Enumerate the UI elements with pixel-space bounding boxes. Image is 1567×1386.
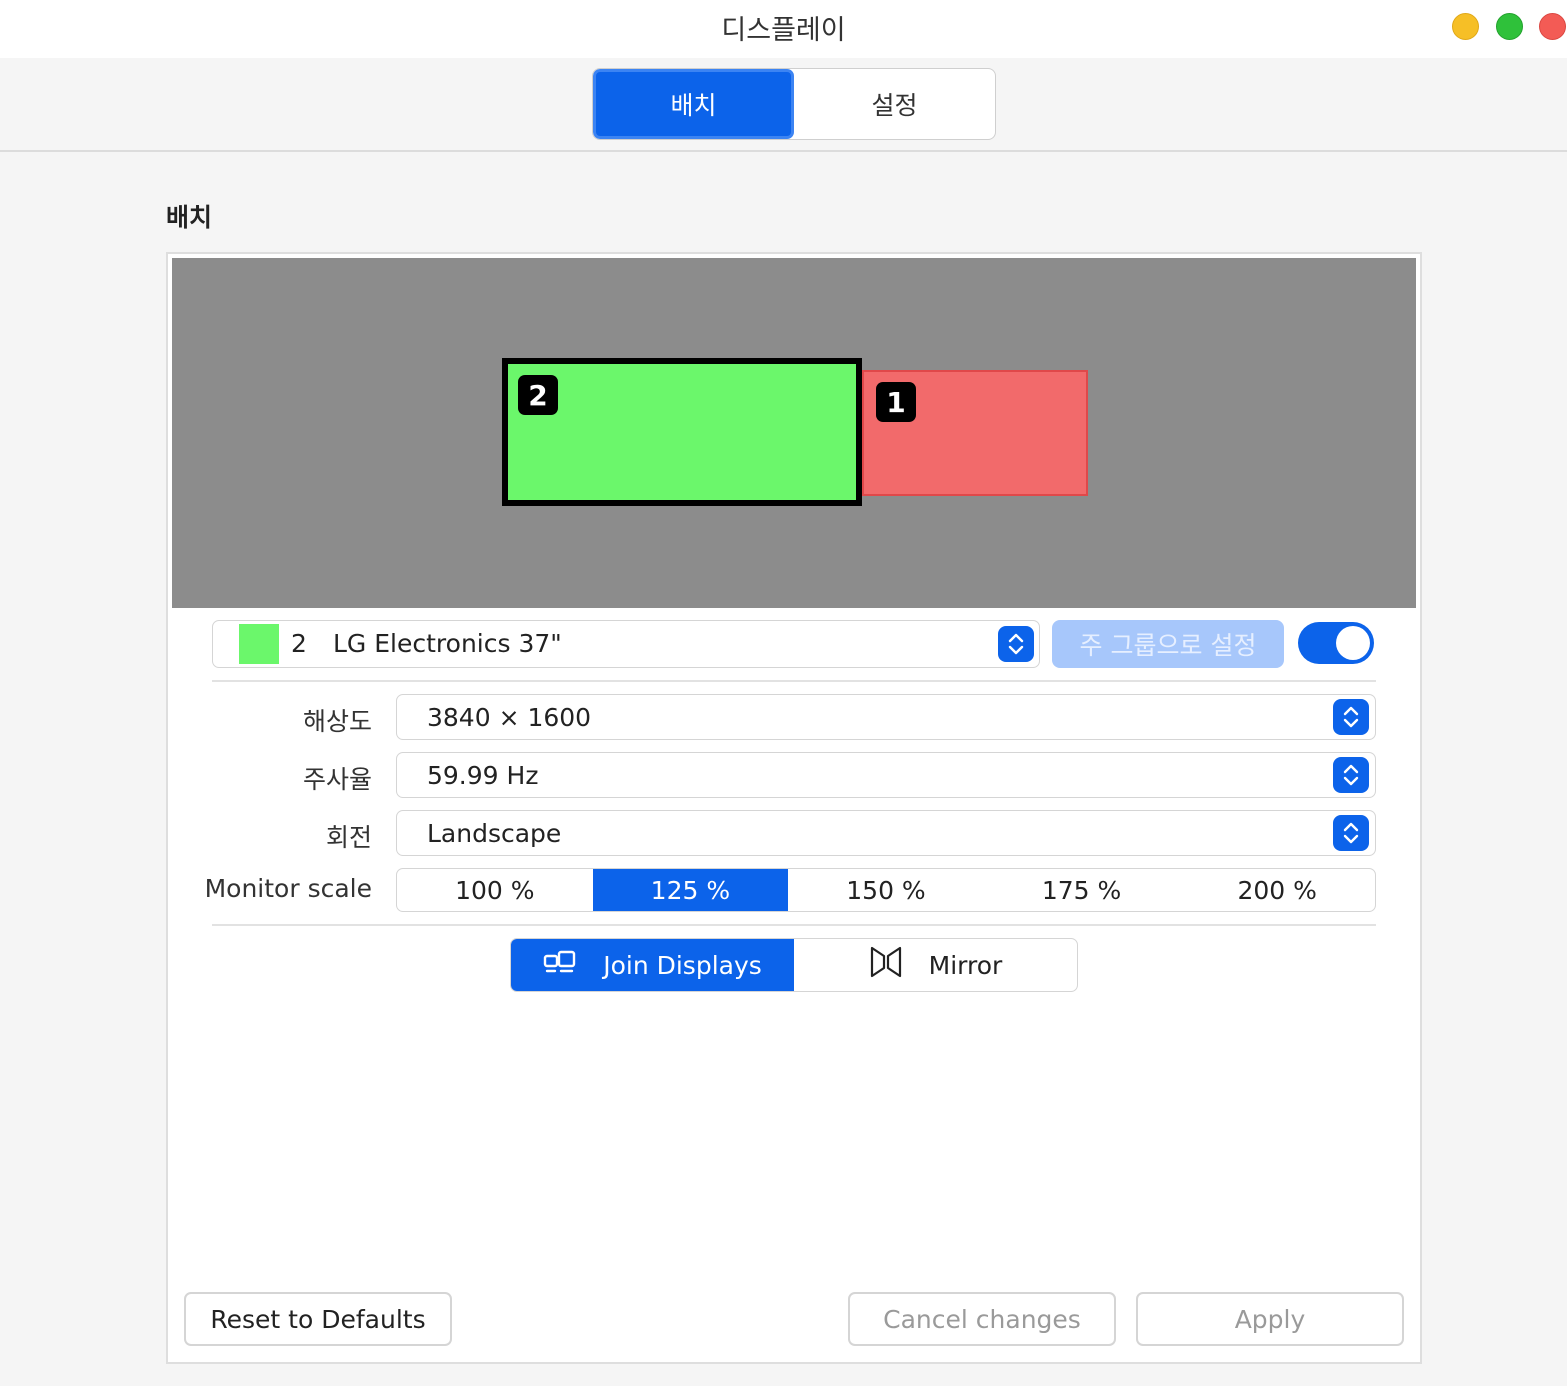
display-number: 2 [291,629,307,658]
apply-button[interactable]: Apply [1136,1292,1404,1346]
join-displays-option[interactable]: Join Displays [511,939,794,991]
resolution-value: 3840 × 1600 [427,703,592,732]
resolution-label: 해상도 [302,707,372,736]
join-displays-label: Join Displays [603,950,762,980]
scale-option-200[interactable]: 200 % [1179,869,1375,911]
rotation-label: 회전 [325,823,372,852]
monitor-1-badge: 1 [876,382,916,422]
up-down-chevron-icon[interactable] [1333,757,1369,793]
display-color-swatch [239,624,279,664]
divider [212,680,1376,682]
close-button[interactable] [1539,13,1566,40]
up-down-chevron-icon[interactable] [1333,699,1369,735]
header-divider [0,150,1567,152]
rotation-value: Landscape [427,819,562,848]
display-enabled-toggle[interactable] [1298,622,1374,664]
display-name: LG Electronics 37" [333,629,562,658]
window-title: 디스플레이 [721,15,846,46]
monitor-scale-label: Monitor scale [204,874,372,903]
maximize-button[interactable] [1496,13,1523,40]
refresh-rate-label: 주사율 [302,765,372,794]
reset-to-defaults-button[interactable]: Reset to Defaults [184,1292,452,1346]
scale-option-175[interactable]: 175 % [984,869,1180,911]
monitor-2-badge: 2 [518,375,558,415]
rotation-select[interactable]: Landscape [396,810,1376,856]
mirror-icon [869,945,903,985]
join-displays-icon [543,950,577,980]
resolution-select[interactable]: 3840 × 1600 [396,694,1376,740]
display-mode-control: Join Displays Mirror [510,938,1078,992]
top-tab-bar: 배치 설정 [592,68,996,140]
up-down-chevron-icon[interactable] [1333,815,1369,851]
display-selector[interactable]: 2 LG Electronics 37" [212,620,1040,668]
up-down-chevron-icon[interactable] [998,626,1034,662]
monitor-scale-control: 100 % 125 % 150 % 175 % 200 % [396,868,1376,912]
tab-settings[interactable]: 설정 [794,69,995,139]
set-primary-group-button[interactable]: 주 그룹으로 설정 [1052,620,1284,668]
mirror-label: Mirror [928,950,1003,980]
section-title: 배치 [166,203,213,232]
minimize-button[interactable] [1452,13,1479,40]
refresh-rate-value: 59.99 Hz [427,761,539,790]
scale-option-150[interactable]: 150 % [788,869,984,911]
tab-arrangement[interactable]: 배치 [593,69,794,139]
refresh-rate-select[interactable]: 59.99 Hz [396,752,1376,798]
title-bar: 디스플레이 [0,0,1567,58]
cancel-changes-button[interactable]: Cancel changes [848,1292,1116,1346]
scale-option-100[interactable]: 100 % [397,869,593,911]
display-settings-window: 디스플레이 배치 설정 배치 2 1 2 LG Electronics 37" … [0,0,1567,1386]
mirror-option[interactable]: Mirror [794,939,1077,991]
divider [212,924,1376,926]
toggle-knob [1336,626,1370,660]
scale-option-125[interactable]: 125 % [592,869,789,911]
